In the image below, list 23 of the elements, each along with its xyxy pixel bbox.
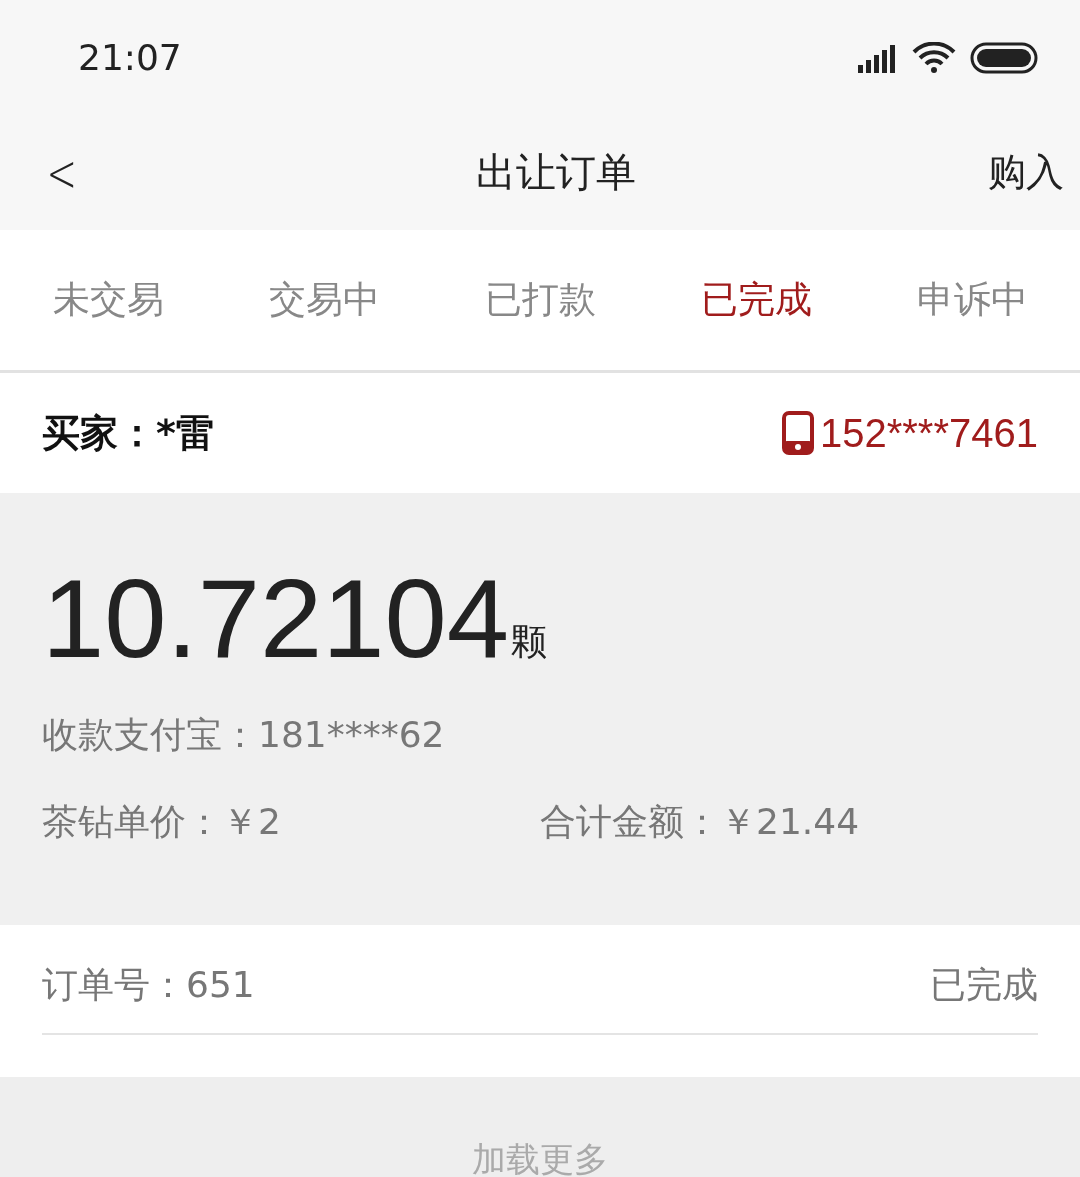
wifi-icon	[912, 41, 956, 74]
status-tab[interactable]: 未交易	[52, 275, 164, 325]
status-tab[interactable]: 已完成	[700, 275, 812, 325]
battery-icon	[970, 41, 1038, 74]
total-amount: 合计金额：￥21.44	[540, 800, 861, 844]
signal-icon	[856, 42, 898, 73]
buyer-name: 买家：*雷	[42, 409, 214, 457]
status-tab[interactable]: 已打款	[484, 275, 596, 325]
unit-price: 茶钻单价：￥2	[42, 800, 282, 844]
order-number: 订单号：651	[42, 962, 255, 1007]
phone-icon	[782, 411, 814, 455]
alipay-account: 收款支付宝：181****62	[42, 713, 446, 757]
status-time: 21:07	[78, 37, 182, 78]
status-tab[interactable]: 申诉中	[916, 275, 1028, 325]
amount-unit: 颗	[511, 620, 548, 664]
load-more-link[interactable]: 加载更多	[472, 1137, 608, 1177]
phone-number[interactable]: 152****7461	[820, 410, 1038, 456]
order-status: 已完成	[930, 962, 1038, 1007]
buy-in-button[interactable]: 购入	[988, 147, 1064, 198]
page-title: 出让订单	[475, 148, 636, 197]
back-button[interactable]: <	[46, 142, 78, 203]
status-tab[interactable]: 交易中	[268, 275, 380, 325]
amount-value: 10.72104	[42, 563, 510, 675]
